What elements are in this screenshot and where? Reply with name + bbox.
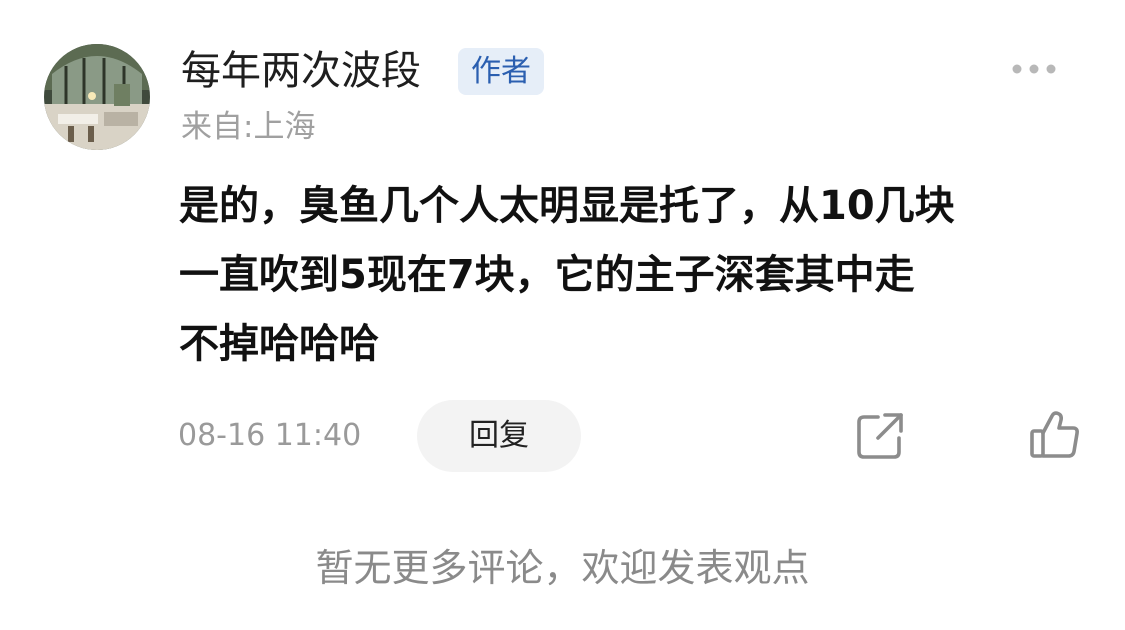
author-badge: 作者	[458, 48, 544, 95]
username[interactable]: 每年两次波段	[181, 47, 421, 95]
reply-button[interactable]: 回复	[417, 400, 581, 472]
comment-text: 是的，臭鱼几个人太明显是托了，从10几块 一直吹到5现在7块，它的主子深套其中走…	[179, 172, 1079, 379]
timestamp: 08-16 11:40	[178, 418, 362, 453]
comment-line: 一直吹到5现在7块，它的主子深套其中走	[179, 252, 915, 298]
more-dots-icon[interactable]	[1006, 52, 1062, 86]
share-icon[interactable]	[854, 410, 906, 462]
avatar-image	[44, 44, 150, 150]
comment-line: 是的，臭鱼几个人太明显是托了，从10几块	[179, 183, 955, 229]
avatar[interactable]	[44, 44, 150, 150]
location-text: 来自:上海	[181, 109, 316, 145]
thumbs-up-icon[interactable]	[1028, 408, 1082, 462]
comment-line: 不掉哈哈哈	[179, 321, 379, 367]
no-more-comments-text: 暂无更多评论，欢迎发表观点	[315, 546, 810, 590]
